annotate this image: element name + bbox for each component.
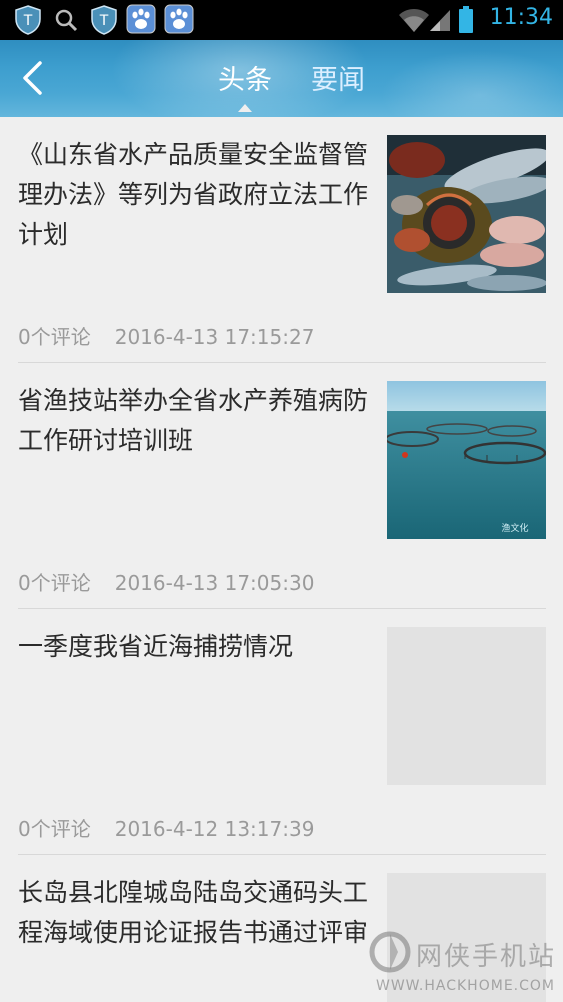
- shield-icon: T: [14, 5, 42, 39]
- publish-time: 2016-4-13 17:15:27: [114, 325, 315, 349]
- clock: 11:34: [489, 5, 553, 30]
- wifi-icon: [398, 7, 430, 37]
- news-item[interactable]: 《山东省水产品质量安全监督管理办法》等列为省政府立法工作计划 0个评论 2016…: [0, 117, 563, 363]
- baidu-paw-icon: [164, 4, 194, 38]
- svg-text:渔文化: 渔文化: [501, 522, 528, 534]
- watermark: 网侠手机站 WWW.HACKHOME.COM: [368, 930, 558, 1000]
- news-title: 长岛县北隍城岛陆岛交通码头工程海域使用论证报告书通过评审: [18, 878, 369, 947]
- app-header: 头条 要闻: [0, 40, 563, 117]
- battery-icon: [458, 6, 474, 38]
- news-meta: 0个评论 2016-4-13 17:05:30: [18, 567, 314, 596]
- status-bar: T T 11:34: [0, 0, 563, 40]
- chevron-left-icon: [23, 61, 42, 95]
- news-title: 《山东省水产品质量安全监督管理办法》等列为省政府立法工作计划: [18, 140, 369, 249]
- news-item[interactable]: 一季度我省近海捕捞情况 0个评论 2016-4-12 13:17:39: [0, 609, 563, 855]
- watermark-text: 网侠手机站: [416, 942, 557, 972]
- tab-important-news[interactable]: 要闻: [311, 58, 365, 97]
- comment-count: 0个评论: [18, 817, 91, 841]
- back-button[interactable]: [18, 60, 48, 96]
- watermark-logo-icon: [369, 931, 411, 973]
- news-thumbnail-placeholder: [387, 627, 546, 785]
- comment-count: 0个评论: [18, 571, 91, 595]
- publish-time: 2016-4-12 13:17:39: [114, 817, 315, 841]
- header-background-glow: [380, 50, 563, 117]
- news-meta: 0个评论 2016-4-12 13:17:39: [18, 813, 314, 842]
- comment-count: 0个评论: [18, 325, 91, 349]
- news-title: 省渔技站举办全省水产养殖病防工作研讨培训班: [18, 386, 369, 455]
- publish-time: 2016-4-13 17:05:30: [114, 571, 315, 595]
- news-meta: 0个评论 2016-4-13 17:15:27: [18, 321, 314, 350]
- tab-headlines[interactable]: 头条: [218, 58, 272, 97]
- svg-text:T: T: [23, 13, 33, 29]
- news-title: 一季度我省近海捕捞情况: [18, 632, 294, 661]
- svg-text:T: T: [99, 13, 109, 29]
- news-thumbnail: 渔文化: [385, 381, 547, 539]
- news-thumbnail: [387, 135, 552, 293]
- signal-icon: [428, 8, 452, 36]
- news-item[interactable]: 省渔技站举办全省水产养殖病防工作研讨培训班 渔文化 0个评论 2016-4-13…: [0, 363, 563, 609]
- watermark-url: WWW.HACKHOME.COM: [376, 978, 555, 994]
- search-icon: [54, 8, 78, 36]
- baidu-paw-icon: [126, 4, 156, 38]
- shield-icon: T: [90, 5, 118, 39]
- active-tab-indicator: [238, 104, 252, 112]
